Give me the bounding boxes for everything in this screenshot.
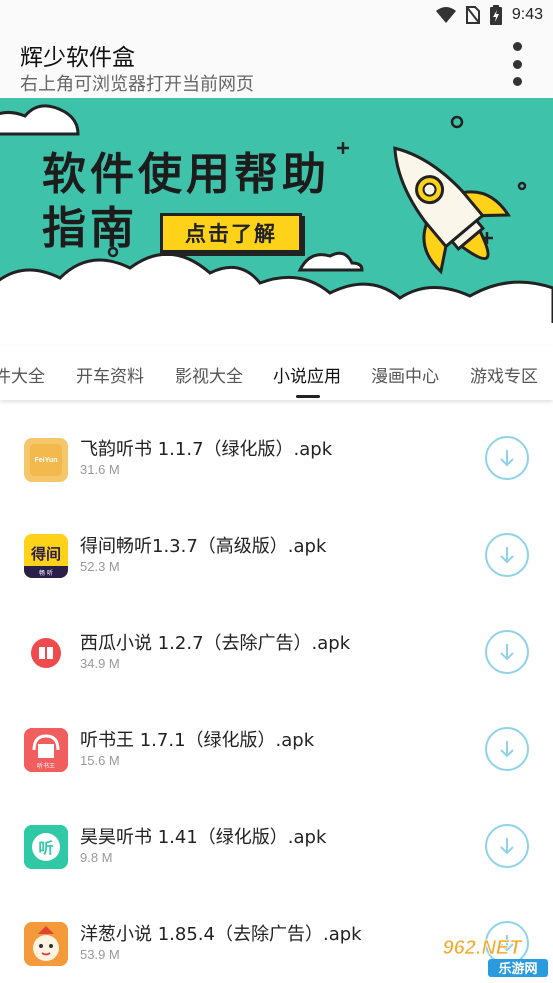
list-item[interactable]: 西瓜小说 1.2.7（去除广告）.apk 34.9 M [0, 604, 553, 701]
tab-novel-apps[interactable]: 小说应用 [273, 362, 341, 387]
tingshuwang-icon-text: 听书王 [37, 762, 55, 770]
download-button[interactable] [485, 533, 529, 577]
watermark-text-top: 962.NET [443, 937, 524, 959]
app-name: 得间畅听1.3.7（高级版）.apk [80, 536, 327, 557]
app-size: 52.3 M [80, 559, 120, 574]
download-arrow-icon [500, 838, 514, 855]
tab-car-resources[interactable]: 开车资料 [76, 362, 144, 387]
download-arrow-icon [500, 547, 514, 564]
app-size: 53.9 M [80, 947, 120, 962]
tingshuwang-app-icon: 听书王 [24, 728, 68, 772]
download-button[interactable] [485, 436, 529, 480]
app-size: 34.9 M [80, 656, 120, 671]
app-name: 昊昊听书 1.41（绿化版）.apk [80, 827, 327, 848]
list-item[interactable]: 得间畅 听 得间畅听1.3.7（高级版）.apk 52.3 M [0, 507, 553, 604]
download-button[interactable] [485, 824, 529, 868]
list-item[interactable]: 听 昊昊听书 1.41（绿化版）.apk 9.8 M [0, 798, 553, 895]
app-size: 9.8 M [80, 850, 113, 865]
battery-charging-icon [489, 5, 502, 25]
dejian-icon-text: 得间 [30, 545, 61, 563]
app-subtitle: 右上角可浏览器打开当前网页 [20, 74, 254, 95]
feiyun-app-icon: FeiYun [24, 438, 68, 482]
tab-comics[interactable]: 漫画中心 [371, 362, 439, 387]
haohao-icon-text: 听 [38, 839, 53, 857]
app-size: 31.6 M [80, 462, 120, 477]
haohao-app-icon: 听 [24, 825, 68, 869]
active-tab-indicator [296, 395, 320, 398]
banner-learn-more-button[interactable]: 点击了解 [160, 213, 302, 253]
xigua-book-icon [24, 631, 68, 675]
app-name: 听书王 1.7.1（绿化版）.apk [80, 730, 315, 751]
download-button[interactable] [485, 630, 529, 674]
status-time: 9:43 [511, 6, 543, 23]
wifi-icon [435, 7, 456, 23]
app-title: 辉少软件盒 [20, 45, 135, 71]
no-sim-icon [465, 6, 480, 24]
tab-software[interactable]: 件大全 [0, 362, 45, 387]
dejian-app-icon: 得间畅 听 [24, 534, 68, 578]
tab-games[interactable]: 游戏专区 [470, 362, 538, 387]
yangcong-app-icon [24, 922, 68, 966]
download-arrow-icon [500, 450, 514, 467]
list-item[interactable]: 听书王 听书王 1.7.1（绿化版）.apk 15.6 M [0, 701, 553, 798]
status-bar: 9:43 [0, 0, 553, 30]
tab-movies[interactable]: 影视大全 [175, 362, 243, 387]
app-name: 洋葱小说 1.85.4（去除广告）.apk [80, 924, 362, 945]
banner-title-line1: 软件使用帮助 [42, 149, 330, 200]
watermark-text-bottom: 乐游网 [498, 961, 537, 977]
app-name: 飞韵听书 1.1.7（绿化版）.apk [80, 439, 333, 460]
watermark-logo: 962.NET 乐游网 [442, 937, 548, 977]
more-vert-icon[interactable] [507, 42, 527, 86]
download-button[interactable] [485, 727, 529, 771]
status-icons: 9:43 [435, 4, 543, 26]
list-item[interactable]: FeiYun 飞韵听书 1.1.7（绿化版）.apk 31.6 M [0, 410, 553, 507]
download-arrow-icon [500, 741, 514, 758]
category-tabs: 件大全 开车资料 影视大全 小说应用 漫画中心 游戏专区 [0, 346, 553, 400]
banner[interactable]: 软件使用帮助 指南 点击了解 [0, 98, 553, 346]
app-name: 西瓜小说 1.2.7（去除广告）.apk [80, 633, 351, 654]
app-bar: 辉少软件盒 右上角可浏览器打开当前网页 [0, 30, 553, 98]
app-size: 15.6 M [80, 753, 120, 768]
dejian-icon-subtext: 畅 听 [39, 569, 53, 577]
feiyun-icon-text: FeiYun [35, 457, 58, 464]
download-arrow-icon [500, 644, 514, 661]
